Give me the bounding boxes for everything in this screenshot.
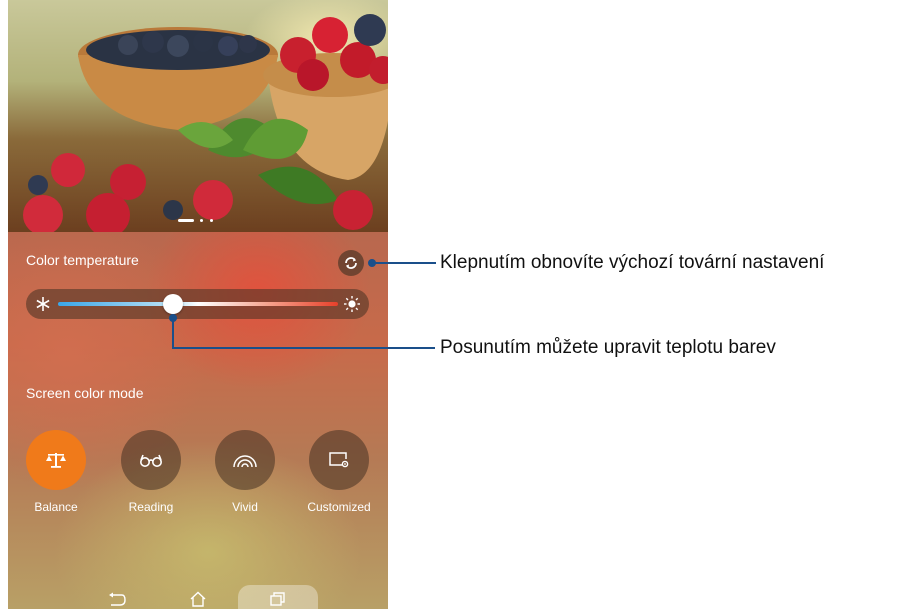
- mode-vivid-button[interactable]: [215, 430, 275, 490]
- screen-color-mode-label: Screen color mode: [26, 385, 144, 401]
- customize-screen-icon: [329, 452, 349, 468]
- glasses-icon: [140, 454, 162, 467]
- page-indicator-dot: [210, 219, 213, 222]
- mode-balance-button[interactable]: [26, 430, 86, 490]
- mode-reading-label: Reading: [128, 500, 174, 514]
- vivid-arcs-icon: [233, 455, 257, 468]
- balance-scale-icon: [46, 453, 66, 468]
- mode-vivid-label: Vivid: [232, 500, 258, 514]
- phone-screen: Color temperature Screen color mode Bala…: [8, 0, 388, 609]
- settings-panel: Color temperature Screen color mode Bala…: [8, 232, 388, 609]
- page-indicator-active: [178, 219, 194, 222]
- mode-customized-button[interactable]: [309, 430, 369, 490]
- slider-callout-text: Posunutím můžete upravit teplotu barev: [440, 337, 776, 358]
- page-indicator-dot: [200, 219, 203, 222]
- page-indicator: [178, 218, 228, 224]
- color-temperature-slider[interactable]: [26, 289, 369, 319]
- slider-callout-vertical-line: [171, 318, 174, 348]
- refresh-icon: [345, 257, 357, 269]
- reset-callout-text: Klepnutím obnovíte výchozí tovární nasta…: [440, 252, 825, 273]
- slider-thumb[interactable]: [162, 294, 183, 314]
- mode-balance-label: Balance: [34, 500, 78, 514]
- mode-customized-label: Customized: [307, 500, 371, 514]
- preview-photo: [8, 0, 388, 232]
- recent-apps-icon[interactable]: [269, 592, 287, 606]
- home-icon[interactable]: [189, 591, 207, 607]
- mode-reading-button[interactable]: [121, 430, 181, 490]
- slider-track: [58, 302, 338, 306]
- color-temperature-label: Color temperature: [26, 252, 139, 268]
- berries-photo: [23, 14, 388, 232]
- back-icon[interactable]: [108, 592, 126, 606]
- slider-callout-horizontal-line: [171, 347, 435, 349]
- reset-callout-line: [374, 262, 436, 264]
- navigation-bar: [8, 582, 388, 609]
- reset-button[interactable]: [338, 250, 364, 276]
- sun-icon: [344, 296, 360, 312]
- snowflake-icon: [36, 297, 50, 311]
